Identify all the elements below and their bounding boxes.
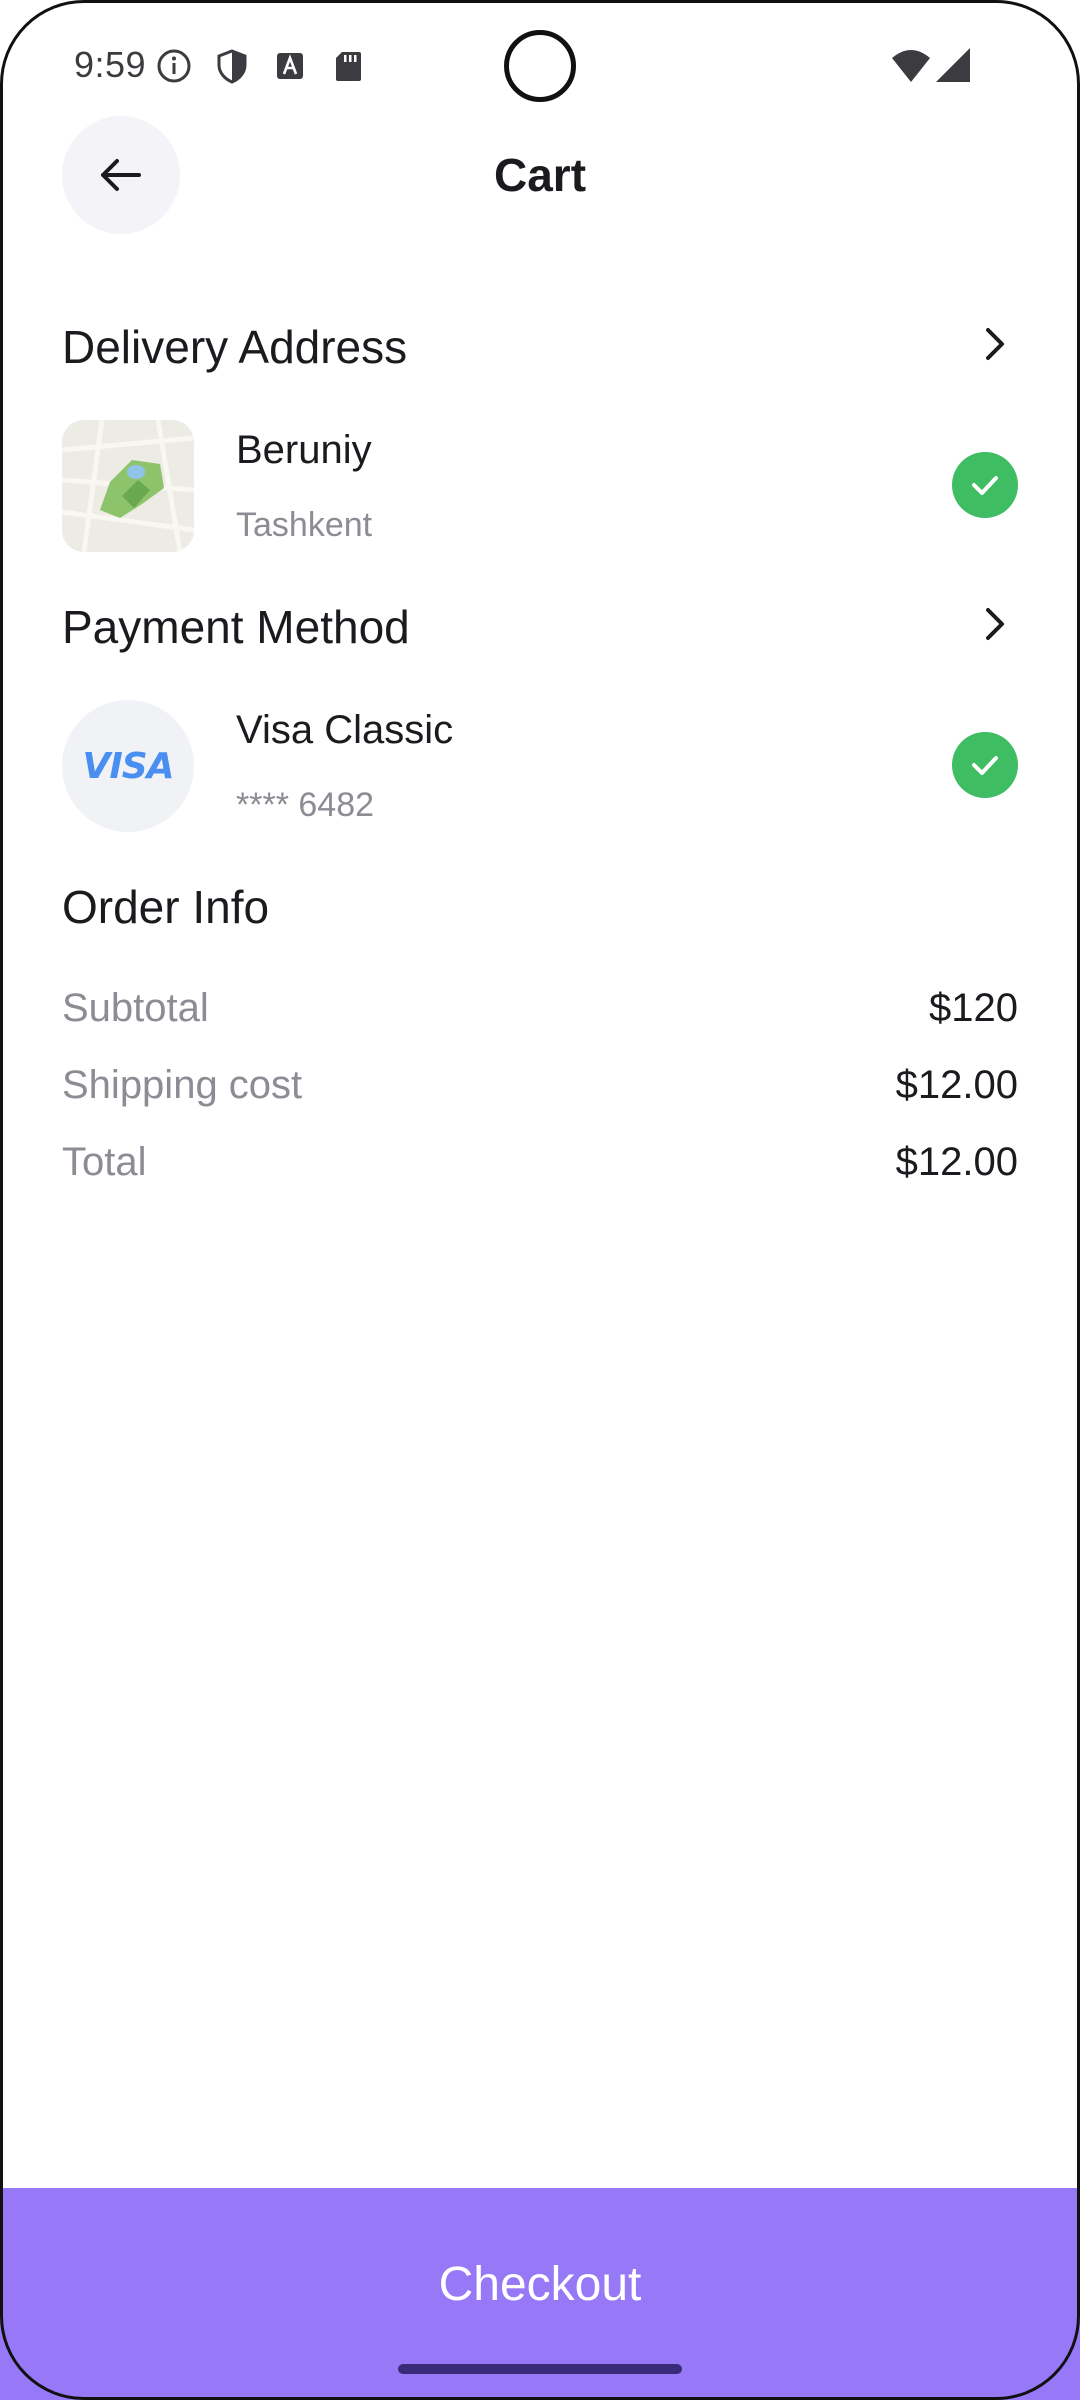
visa-logo-text: VISA xyxy=(82,745,174,787)
visa-logo: VISA xyxy=(62,700,194,832)
chevron-right-icon[interactable] xyxy=(970,320,1018,368)
order-label: Shipping cost xyxy=(62,1063,303,1107)
check-icon xyxy=(952,732,1018,798)
order-row-shipping: Shipping cost $12.00 xyxy=(62,1063,1018,1113)
payment-method-item[interactable]: VISA Visa Classic **** 6482 xyxy=(62,700,1018,832)
check-icon xyxy=(952,452,1018,518)
payment-method-title: Payment Method xyxy=(62,601,410,653)
payment-method-header[interactable]: Payment Method xyxy=(62,592,1018,656)
order-row-subtotal: Subtotal $120 xyxy=(62,986,1018,1036)
checkout-label: Checkout xyxy=(438,2258,642,2311)
cart-screen: 9:59 Cart Delivery Address Beruniy Tashk… xyxy=(0,0,1080,2400)
sd-card-icon xyxy=(336,52,361,81)
map-thumbnail xyxy=(62,420,194,552)
info-icon xyxy=(157,49,191,83)
order-row-total: Total $12.00 xyxy=(62,1140,1018,1190)
home-indicator[interactable] xyxy=(398,2364,682,2374)
card-name: Visa Classic xyxy=(236,708,454,752)
address-city: Tashkent xyxy=(236,506,373,544)
order-label: Total xyxy=(62,1140,147,1184)
order-value: $12.00 xyxy=(895,1063,1018,1107)
order-value: $12.00 xyxy=(895,1140,1018,1184)
signal-icon xyxy=(936,48,970,82)
order-info-title: Order Info xyxy=(62,881,270,933)
page-title: Cart xyxy=(493,149,587,201)
delivery-address-title: Delivery Address xyxy=(62,321,408,373)
camera-cutout xyxy=(504,30,576,102)
status-time: 9:59 xyxy=(74,44,147,85)
wifi-icon xyxy=(892,50,930,82)
delivery-address-item[interactable]: Beruniy Tashkent xyxy=(62,420,1018,552)
address-name: Beruniy xyxy=(236,428,372,472)
delivery-address-header[interactable]: Delivery Address xyxy=(62,312,1018,376)
status-bar: 9:59 xyxy=(0,0,1080,120)
chevron-right-icon[interactable] xyxy=(970,600,1018,648)
order-value: $120 xyxy=(929,986,1018,1030)
text-a-icon xyxy=(277,53,303,79)
shield-icon xyxy=(217,49,247,84)
card-number: **** 6482 xyxy=(236,786,375,824)
order-label: Subtotal xyxy=(62,986,209,1030)
